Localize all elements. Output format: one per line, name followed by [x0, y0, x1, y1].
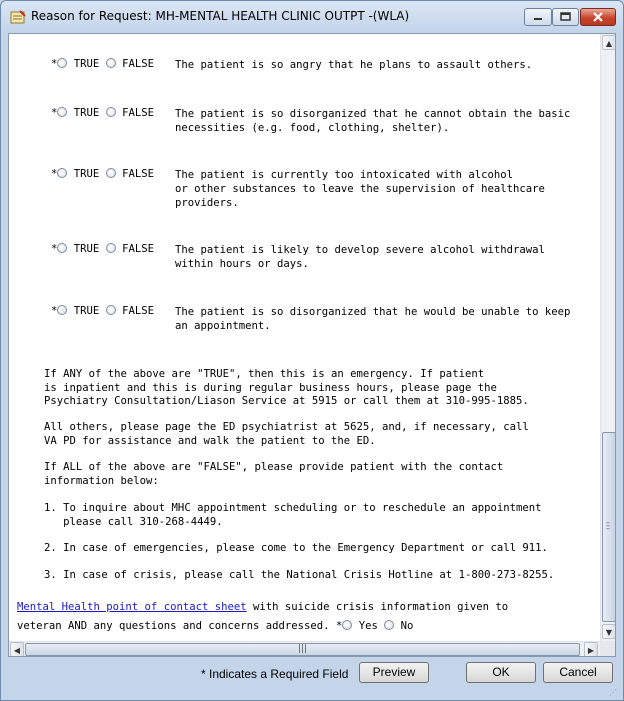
vertical-scrollbar[interactable]: ▲ – – – ▼ [600, 34, 615, 641]
grip-icon: ||| [297, 644, 308, 654]
answer-options: * TRUE FALSE [51, 305, 154, 317]
answer-options: * TRUE FALSE [51, 243, 154, 255]
true-label: TRUE [73, 168, 100, 180]
contact-item-1: 1. To inquire about MHC appointment sche… [44, 502, 542, 528]
horizontal-scroll-thumb[interactable]: ||| [25, 643, 580, 656]
false-radio[interactable] [105, 243, 116, 253]
contact-confirm-line: veteran AND any questions and concerns a… [17, 620, 413, 634]
emergency-instructions: If ANY of the above are "TRUE", then thi… [44, 368, 529, 407]
true-radio[interactable] [57, 168, 68, 178]
answer-options: * TRUE FALSE [51, 168, 154, 180]
grip-icon: – – – [606, 518, 610, 533]
maximize-button[interactable] [552, 8, 579, 26]
resize-grip-icon[interactable]: ⋰ [609, 688, 621, 698]
arrow-right-icon: ▶ [587, 646, 595, 655]
cancel-button[interactable]: Cancel [543, 662, 613, 683]
true-radio[interactable] [57, 305, 68, 315]
question-text: The patient is likely to develop severe … [175, 244, 545, 270]
ok-button[interactable]: OK [466, 662, 536, 683]
false-label: FALSE [122, 58, 154, 70]
false-label: FALSE [122, 107, 154, 119]
notepad-icon [10, 10, 26, 24]
close-icon [593, 12, 603, 22]
false-radio[interactable] [105, 168, 116, 178]
yes-radio[interactable] [342, 620, 353, 630]
maximize-icon [560, 12, 571, 21]
true-radio[interactable] [57, 58, 68, 68]
false-radio[interactable] [105, 305, 116, 315]
yes-label: Yes [358, 620, 378, 632]
true-label: TRUE [73, 243, 100, 255]
contact-sheet-line: Mental Health point of contact sheet wit… [17, 601, 508, 615]
scroll-down-button[interactable]: ▼ [602, 624, 615, 639]
scroll-up-button[interactable]: ▲ [602, 35, 615, 50]
all-false-instructions: If ALL of the above are "FALSE", please … [44, 461, 504, 487]
no-label: No [400, 620, 414, 632]
form-content: * TRUE FALSE The patient is so angry tha… [9, 34, 599, 641]
title-bar[interactable]: Reason for Request: MH-MENTAL HEALTH CLI… [1, 1, 623, 33]
true-radio[interactable] [57, 107, 68, 117]
scroll-left-button[interactable]: ◀ [10, 642, 24, 656]
question-text: The patient is so angry that he plans to… [175, 59, 533, 71]
arrow-down-icon: ▼ [605, 628, 613, 637]
false-label: FALSE [122, 168, 154, 180]
arrow-up-icon: ▲ [605, 39, 613, 48]
horizontal-scrollbar[interactable]: ◀ ||| ▶ [9, 641, 600, 656]
contact-item-3: 3. In case of crisis, please call the Na… [44, 569, 555, 581]
scroll-right-button[interactable]: ▶ [584, 642, 598, 656]
contact-sheet-link[interactable]: Mental Health point of contact sheet [17, 601, 247, 613]
answer-options: * TRUE FALSE [51, 107, 154, 119]
arrow-left-icon: ◀ [13, 646, 21, 655]
false-label: FALSE [122, 305, 154, 317]
close-button[interactable] [580, 8, 616, 26]
true-label: TRUE [73, 305, 100, 317]
true-label: TRUE [73, 107, 100, 119]
dialog-window: Reason for Request: MH-MENTAL HEALTH CLI… [0, 0, 624, 701]
question-text: The patient is currently too intoxicated… [175, 169, 545, 209]
contact-sheet-text: with suicide crisis information given to [246, 601, 509, 613]
form-panel: * TRUE FALSE The patient is so angry tha… [8, 33, 616, 657]
window-title: Reason for Request: MH-MENTAL HEALTH CLI… [31, 9, 410, 23]
required-field-note: * Indicates a Required Field [201, 667, 349, 681]
preview-button[interactable]: Preview [359, 662, 429, 683]
true-radio[interactable] [57, 243, 68, 253]
question-text: The patient is so disorganized that he c… [175, 108, 571, 134]
scrollbar-corner [600, 641, 615, 656]
vertical-scroll-thumb[interactable]: – – – [602, 432, 615, 622]
false-radio[interactable] [105, 107, 116, 117]
question-text: The patient is so disorganized that he w… [175, 306, 571, 332]
false-label: FALSE [122, 243, 154, 255]
no-radio[interactable] [384, 620, 395, 630]
others-instructions: All others, please page the ED psychiatr… [44, 421, 529, 447]
minimize-icon [534, 18, 542, 20]
true-label: TRUE [73, 58, 100, 70]
contact-item-2: 2. In case of emergencies, please come t… [44, 542, 548, 554]
contact-confirm-text: veteran AND any questions and concerns a… [17, 620, 330, 632]
false-radio[interactable] [105, 58, 116, 68]
minimize-button[interactable] [524, 8, 552, 26]
answer-options: * TRUE FALSE [51, 58, 154, 70]
